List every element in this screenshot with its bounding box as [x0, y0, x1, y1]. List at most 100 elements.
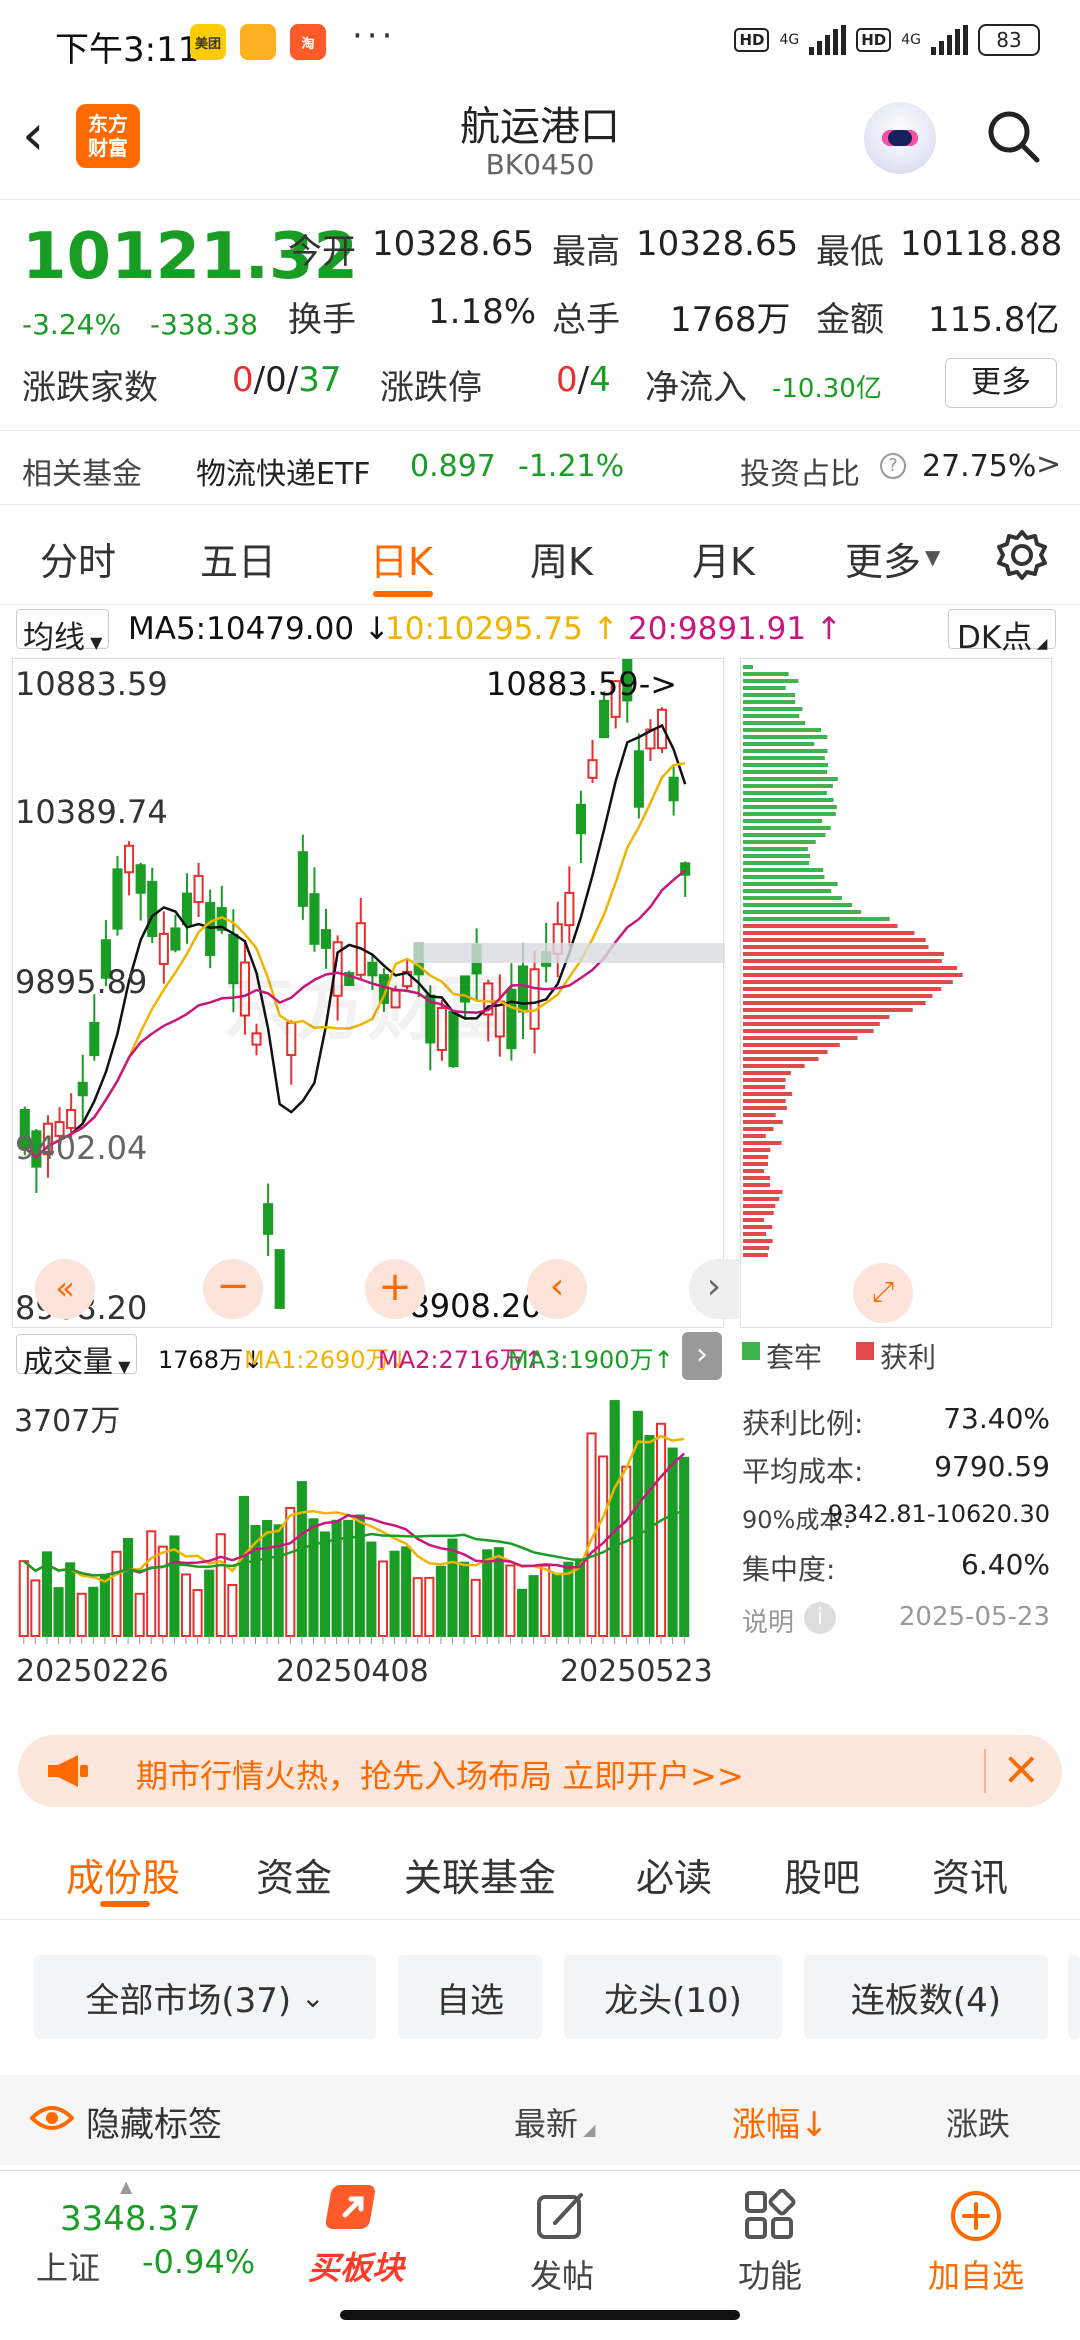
- net-inflow-value: -10.30亿: [772, 374, 882, 404]
- volume-bar: [389, 1550, 400, 1637]
- concentration-value: 6.40%: [961, 1548, 1050, 1581]
- chip-bar: [743, 798, 834, 802]
- expand-indicator-icon[interactable]: ›: [682, 1332, 722, 1380]
- chip-bar: [743, 1190, 783, 1194]
- add-watchlist-button[interactable]: 加自选: [906, 2171, 1046, 2297]
- index-value[interactable]: 3348.37: [60, 2199, 201, 2239]
- candle-body: [112, 868, 123, 930]
- col-latest[interactable]: 最新 ◢: [514, 2099, 595, 2145]
- candle-body: [147, 880, 158, 938]
- hide-tags-label[interactable]: 隐藏标签: [86, 2097, 222, 2146]
- zoom-out-icon[interactable]: −: [203, 1259, 263, 1319]
- chip-bar: [743, 875, 825, 879]
- chip-all-market[interactable]: 全部市场(37) ⌄: [34, 1955, 376, 2039]
- post-button[interactable]: 发帖: [492, 2171, 632, 2297]
- chip-bar: [743, 1085, 786, 1089]
- concentration-label: 集中度:: [742, 1553, 836, 1586]
- candle-body: [263, 1203, 274, 1235]
- updown-count: 0/0/37: [232, 360, 342, 400]
- grid-icon: [745, 2188, 796, 2239]
- chip-bar: [743, 1127, 774, 1131]
- chip-bar: [743, 1057, 819, 1061]
- kline-chart[interactable]: 东方财富 10883.59 10389.74 9895.89 9402.04 8…: [12, 656, 739, 1328]
- col-pct[interactable]: 涨幅↓: [732, 2097, 829, 2146]
- eye-icon[interactable]: [30, 2103, 74, 2133]
- tab-monthly-k[interactable]: 月K: [692, 531, 755, 586]
- explain-label[interactable]: 说明: [742, 1602, 794, 1639]
- tab-weekly-k[interactable]: 周K: [530, 531, 593, 586]
- ma-selector[interactable]: 均线 ▼: [16, 609, 110, 656]
- tab-must-read[interactable]: 必读: [636, 1847, 712, 1902]
- tab-related-funds[interactable]: 关联基金: [404, 1847, 556, 1902]
- dk-point-button[interactable]: DK点 ◢: [948, 609, 1057, 656]
- chip-bar: [743, 812, 836, 816]
- meituan-app-icon: 美团: [190, 24, 226, 60]
- chip-bar: [743, 749, 828, 753]
- chip-bar: [743, 896, 842, 900]
- chip-bar: [743, 952, 945, 956]
- updown-count-label: 涨跌家数: [22, 368, 158, 408]
- candle-body: [274, 1249, 285, 1309]
- scroll-start-icon[interactable]: «: [35, 1259, 95, 1319]
- profit-ratio-label: 获利比例:: [742, 1407, 864, 1440]
- promo-banner[interactable]: 期市行情火热，抢先入场布局 立即开户>> ×: [18, 1735, 1062, 1807]
- candle-body: [575, 803, 586, 835]
- function-button[interactable]: 功能: [700, 2171, 840, 2297]
- tab-funds-flow[interactable]: 资金: [256, 1847, 332, 1902]
- index-pct: -0.94%: [142, 2243, 256, 2281]
- tab-intraday[interactable]: 分时: [40, 531, 116, 586]
- tab-constituents[interactable]: 成份股: [66, 1847, 180, 1902]
- expand-icon[interactable]: ⤢: [853, 1263, 913, 1323]
- volume-bar: [516, 1588, 528, 1638]
- close-icon[interactable]: ×: [1002, 1741, 1041, 1795]
- tab-daily-k[interactable]: 日K: [370, 531, 433, 586]
- chip-bar: [743, 1071, 791, 1075]
- tab-news[interactable]: 资讯: [932, 1847, 1008, 1902]
- info-icon[interactable]: i: [804, 1602, 836, 1634]
- chip-bar: [743, 910, 862, 914]
- candle-body: [320, 929, 332, 949]
- chip-bar: [743, 777, 838, 781]
- zoom-in-icon[interactable]: +: [365, 1259, 425, 1319]
- volume-bar: [123, 1537, 134, 1637]
- chip-leaders[interactable]: 龙头(10): [564, 1955, 782, 2039]
- chip-bar: [743, 1211, 774, 1215]
- chip-bar: [743, 966, 958, 970]
- ma20-value: 20:9891.91 ↑: [628, 611, 842, 647]
- help-icon[interactable]: ?: [880, 453, 906, 479]
- assistant-robot-icon[interactable]: [864, 102, 936, 174]
- chip-bar: [743, 1253, 768, 1257]
- volume-chart[interactable]: 3707万 20250226 20250408 20250523: [12, 1386, 724, 1716]
- volume-selector[interactable]: 成交量 ▼: [16, 1334, 138, 1380]
- chip-bar: [743, 686, 786, 690]
- chip-consecutive-limit[interactable]: 连板数(4): [804, 1955, 1048, 2039]
- volume-bar: [285, 1506, 296, 1637]
- col-change[interactable]: 涨跌: [946, 2099, 1010, 2145]
- candle-body: [633, 750, 644, 808]
- more-button[interactable]: 更多: [945, 358, 1057, 408]
- gear-icon[interactable]: [996, 529, 1048, 581]
- chip-bar: [743, 1001, 926, 1005]
- buy-block-button[interactable]: 买板块: [286, 2171, 426, 2289]
- related-fund-row[interactable]: 相关基金 物流快递ETF 0.897 -1.21% 投资占比 ? 27.75% …: [0, 430, 1080, 505]
- chip-bar: [743, 1176, 771, 1180]
- volume-bar: [157, 1545, 168, 1638]
- volume-bar: [180, 1573, 192, 1637]
- chip-bar: [743, 672, 789, 676]
- tab-forum[interactable]: 股吧: [784, 1847, 860, 1902]
- chip-bar: [743, 728, 822, 732]
- chip-bar: [743, 819, 822, 823]
- chip-distribution-chart[interactable]: ⤢: [740, 658, 1052, 1328]
- scroll-left-icon[interactable]: ‹: [527, 1259, 587, 1319]
- tab-five-day[interactable]: 五日: [200, 531, 276, 586]
- volume-bar: [273, 1524, 284, 1637]
- volume-bar: [319, 1531, 331, 1638]
- tab-more[interactable]: 更多: [845, 531, 921, 586]
- volume-bar: [551, 1572, 562, 1637]
- chip-bar: [743, 1043, 840, 1047]
- search-icon[interactable]: [985, 108, 1041, 164]
- chip-watchlist[interactable]: 自选: [398, 1955, 542, 2039]
- candle-body: [170, 927, 181, 951]
- volume-bar: [412, 1577, 423, 1637]
- volume-bar: [470, 1578, 481, 1637]
